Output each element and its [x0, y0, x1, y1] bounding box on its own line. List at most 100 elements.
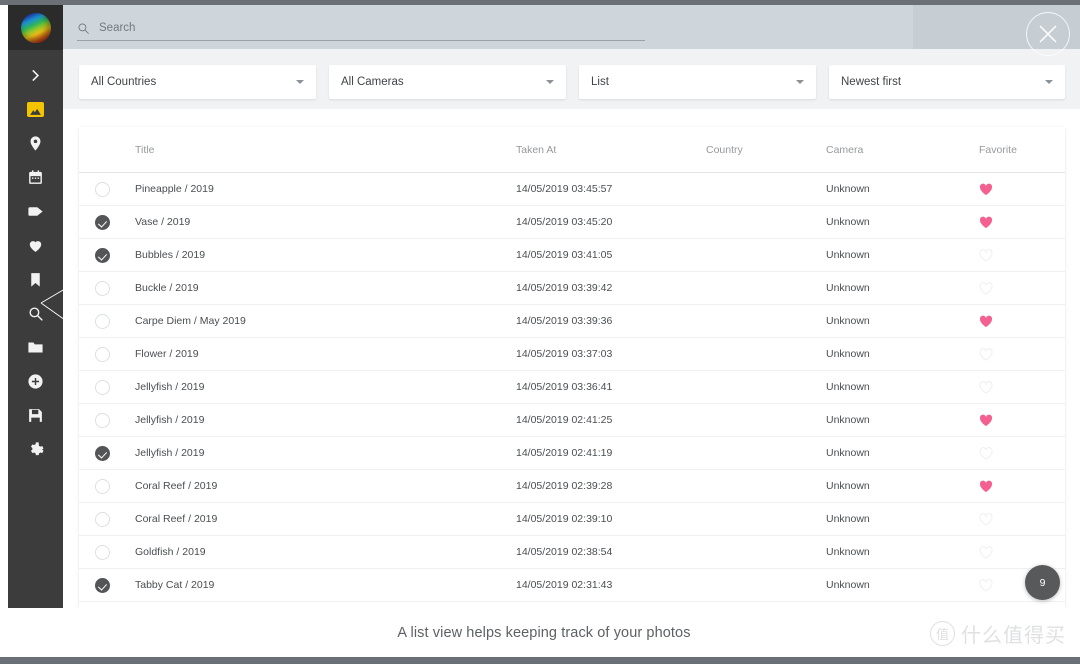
search-icon [78, 23, 89, 34]
row-select-cell [79, 214, 126, 230]
heart-outline-icon[interactable] [979, 578, 993, 592]
heart-outline-icon[interactable] [979, 512, 993, 526]
cell-favorite [976, 347, 1065, 361]
empty-circle-icon[interactable] [95, 313, 110, 329]
table-row[interactable]: Bubbles / 2019 14/05/2019 03:41:05 Unknown [79, 239, 1065, 272]
sidebar-item-import[interactable] [8, 364, 63, 398]
table-row[interactable]: Coral Reef / 2019 14/05/2019 02:39:10 Unkn… [79, 503, 1065, 536]
tag-icon [28, 206, 43, 216]
sidebar-item-albums[interactable] [8, 262, 63, 296]
sort-filter[interactable]: Newest first [829, 65, 1065, 99]
sidebar-item-labels[interactable] [8, 194, 63, 228]
empty-circle-icon[interactable] [95, 181, 110, 197]
caption-text: A list view helps keeping track of your … [397, 624, 691, 641]
cell-title: Coral Reef / 2019 [135, 513, 218, 525]
table-row[interactable]: Jellyfish / 2019 14/05/2019 02:41:19 Unkno… [79, 437, 1065, 470]
empty-circle-icon[interactable] [95, 478, 110, 494]
table-row[interactable]: Jellyfish / 2019 14/05/2019 02:41:25 Unkno… [79, 404, 1065, 437]
sidebar-item-folders[interactable] [8, 330, 63, 364]
checkmark-circle-icon[interactable] [95, 247, 110, 263]
sidebar-item-settings[interactable] [8, 432, 63, 466]
table-row[interactable]: Coral Reef / 2019 14/05/2019 02:39:28 Unkn… [79, 470, 1065, 503]
heart-outline-icon[interactable] [979, 446, 993, 460]
floppy-disk-icon [29, 408, 42, 422]
folder-icon [28, 342, 43, 352]
empty-circle-icon[interactable] [95, 379, 110, 395]
empty-circle-icon[interactable] [95, 412, 110, 428]
table-row[interactable]: Carpe Diem / May 2019 14/05/2019 03:39:36… [79, 305, 1065, 338]
empty-circle-icon[interactable] [95, 346, 110, 362]
table-row[interactable]: Buckle / 2019 14/05/2019 03:39:42 Unknown [79, 272, 1065, 305]
table-row[interactable]: Jellyfish / 2019 14/05/2019 03:36:41 Unkno… [79, 371, 1065, 404]
cell-title: Carpe Diem / May 2019 [135, 315, 246, 327]
heart-outline-icon[interactable] [979, 281, 993, 295]
sort-filter-value: Newest first [841, 76, 902, 88]
close-icon [1039, 25, 1057, 43]
country-filter[interactable]: All Countries [79, 65, 316, 99]
search-field[interactable] [77, 16, 645, 41]
cell-title: Coral Reef / 2019 [135, 480, 218, 492]
table-row[interactable]: Flower / 2019 14/05/2019 03:37:03 Unknown [79, 338, 1065, 371]
caption-bar: A list view helps keeping track of your … [8, 608, 1080, 657]
heart-icon [29, 240, 42, 252]
bookmark-icon [31, 272, 40, 287]
cell-title: Jellyfish / 2019 [135, 381, 205, 393]
sidebar-item-expand[interactable] [8, 58, 63, 92]
empty-circle-icon[interactable] [95, 544, 110, 560]
checkmark-circle-icon[interactable] [95, 214, 110, 230]
search-input[interactable] [99, 22, 619, 34]
header-search-zone [63, 5, 913, 49]
heart-outline-icon[interactable] [979, 248, 993, 262]
table-body: Pineapple / 2019 14/05/2019 03:45:57 Unkno… [79, 173, 1065, 613]
table-row[interactable]: Goldfish / 2019 14/05/2019 02:38:54 Unknow… [79, 536, 1065, 569]
table-header: Title Taken At Country Camera Favorite [79, 127, 1065, 173]
cell-taken-at: 14/05/2019 02:38:54 [516, 546, 613, 558]
sidebar-item-library[interactable] [8, 398, 63, 432]
cell-camera: Unknown [826, 513, 870, 525]
selection-count-badge[interactable]: 9 [1025, 565, 1060, 600]
table-row[interactable]: Tabby Cat / 2019 14/05/2019 02:31:43 Unkno… [79, 569, 1065, 602]
cell-favorite [976, 248, 1065, 262]
heart-filled-icon[interactable] [979, 414, 993, 427]
table-row[interactable]: Pineapple / 2019 14/05/2019 03:45:57 Unkno… [79, 173, 1065, 206]
location-pin-icon [30, 135, 41, 151]
sidebar-item-search[interactable] [8, 296, 63, 330]
sidebar-item-photos[interactable] [8, 92, 63, 126]
heart-filled-icon[interactable] [979, 315, 993, 328]
camera-filter[interactable]: All Cameras [329, 65, 566, 99]
empty-circle-icon[interactable] [95, 280, 110, 296]
cell-title: Buckle / 2019 [135, 282, 199, 294]
cell-taken-at: 14/05/2019 03:41:05 [516, 249, 613, 261]
cell-camera: Unknown [826, 414, 870, 426]
heart-filled-icon[interactable] [979, 183, 993, 196]
close-button[interactable] [1026, 12, 1070, 56]
heart-outline-icon[interactable] [979, 347, 993, 361]
cell-title: Jellyfish / 2019 [135, 414, 205, 426]
sidebar-item-favorites[interactable] [8, 228, 63, 262]
sidebar-item-places[interactable] [8, 126, 63, 160]
cell-camera: Unknown [826, 216, 870, 228]
cell-taken-at: 14/05/2019 02:41:19 [516, 447, 613, 459]
heart-outline-icon[interactable] [979, 545, 993, 559]
app-logo[interactable] [8, 5, 63, 50]
cell-taken-at: 14/05/2019 02:39:10 [516, 513, 613, 525]
sidebar-item-calendar[interactable] [8, 160, 63, 194]
empty-circle-icon[interactable] [95, 511, 110, 527]
row-select-cell [79, 511, 126, 527]
checkmark-circle-icon[interactable] [95, 577, 110, 593]
cell-camera: Unknown [826, 348, 870, 360]
cell-favorite [976, 480, 1065, 493]
heart-filled-icon[interactable] [979, 216, 993, 229]
header-bar [63, 5, 1080, 49]
cell-camera: Unknown [826, 315, 870, 327]
search-icon [29, 306, 43, 321]
window-bottom-chrome [0, 657, 1080, 664]
view-filter[interactable]: List [579, 65, 816, 99]
table-row[interactable]: Vase / 2019 14/05/2019 03:45:20 Unknown [79, 206, 1065, 239]
cell-camera: Unknown [826, 546, 870, 558]
cell-title: Pineapple / 2019 [135, 183, 214, 195]
cell-camera: Unknown [826, 249, 870, 261]
heart-outline-icon[interactable] [979, 380, 993, 394]
checkmark-circle-icon[interactable] [95, 445, 110, 461]
heart-filled-icon[interactable] [979, 480, 993, 493]
